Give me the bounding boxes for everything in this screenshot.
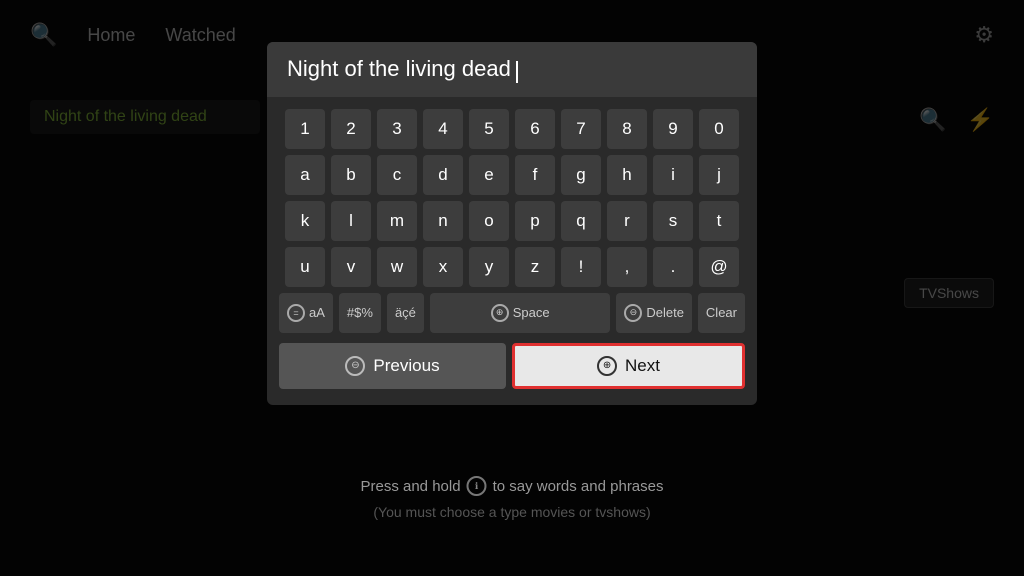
sub-hint-text: (You must choose a type movies or tvshow… (373, 504, 650, 520)
key-at[interactable]: @ (699, 247, 739, 287)
delete-icon: ⊖ (624, 304, 642, 322)
number-row: 1 2 3 4 5 6 7 8 9 0 (279, 109, 745, 149)
key-9[interactable]: 9 (653, 109, 693, 149)
next-label: Next (625, 356, 660, 376)
key-1[interactable]: 1 (285, 109, 325, 149)
case-toggle-key[interactable]: = aA (279, 293, 333, 333)
search-input-value: Night of the living dead (287, 56, 511, 81)
mic-icon: ℹ (467, 476, 487, 496)
case-label: aA (309, 305, 325, 320)
key-b[interactable]: b (331, 155, 371, 195)
key-j[interactable]: j (699, 155, 739, 195)
next-icon: ⊕ (597, 356, 617, 376)
accent-label: äçé (395, 305, 416, 320)
key-5[interactable]: 5 (469, 109, 509, 149)
key-i[interactable]: i (653, 155, 693, 195)
hash-key[interactable]: #$% (339, 293, 381, 333)
navigation-buttons: ⊖ Previous ⊕ Next (267, 343, 757, 389)
delete-label: Delete (646, 305, 684, 320)
hash-label: #$% (347, 305, 373, 320)
key-x[interactable]: x (423, 247, 463, 287)
voice-hint: Press and hold ℹ to say words and phrase… (360, 476, 663, 496)
row-k-t: k l m n o p q r s t (279, 201, 745, 241)
clear-label: Clear (706, 305, 737, 320)
key-d[interactable]: d (423, 155, 463, 195)
key-exclaim[interactable]: ! (561, 247, 601, 287)
key-k[interactable]: k (285, 201, 325, 241)
key-c[interactable]: c (377, 155, 417, 195)
search-input-area[interactable]: Night of the living dead (267, 42, 757, 97)
delete-key[interactable]: ⊖ Delete (616, 293, 692, 333)
row-a-j: a b c d e f g h i j (279, 155, 745, 195)
key-period[interactable]: . (653, 247, 693, 287)
key-2[interactable]: 2 (331, 109, 371, 149)
key-m[interactable]: m (377, 201, 417, 241)
key-y[interactable]: y (469, 247, 509, 287)
next-button[interactable]: ⊕ Next (512, 343, 745, 389)
space-key[interactable]: ⊕ Space (430, 293, 610, 333)
hint-prefix: Press and hold (360, 478, 460, 495)
key-e[interactable]: e (469, 155, 509, 195)
key-t[interactable]: t (699, 201, 739, 241)
key-v[interactable]: v (331, 247, 371, 287)
key-comma[interactable]: , (607, 247, 647, 287)
previous-button[interactable]: ⊖ Previous (279, 343, 506, 389)
key-4[interactable]: 4 (423, 109, 463, 149)
keyboard-modal: Night of the living dead 1 2 3 4 5 6 7 8… (267, 42, 757, 405)
key-0[interactable]: 0 (699, 109, 739, 149)
key-6[interactable]: 6 (515, 109, 555, 149)
key-7[interactable]: 7 (561, 109, 601, 149)
key-f[interactable]: f (515, 155, 555, 195)
sub-hint-label: (You must choose a type movies or tvshow… (373, 504, 650, 520)
key-u[interactable]: u (285, 247, 325, 287)
row-u-at: u v w x y z ! , . @ (279, 247, 745, 287)
case-icon: = (287, 304, 305, 322)
previous-icon: ⊖ (345, 356, 365, 376)
key-3[interactable]: 3 (377, 109, 417, 149)
key-q[interactable]: q (561, 201, 601, 241)
space-label: Space (513, 305, 550, 320)
space-icon: ⊕ (491, 304, 509, 322)
key-s[interactable]: s (653, 201, 693, 241)
clear-key[interactable]: Clear (698, 293, 745, 333)
key-w[interactable]: w (377, 247, 417, 287)
key-h[interactable]: h (607, 155, 647, 195)
key-8[interactable]: 8 (607, 109, 647, 149)
previous-label: Previous (373, 356, 439, 376)
key-r[interactable]: r (607, 201, 647, 241)
key-g[interactable]: g (561, 155, 601, 195)
key-a[interactable]: a (285, 155, 325, 195)
key-z[interactable]: z (515, 247, 555, 287)
key-n[interactable]: n (423, 201, 463, 241)
key-l[interactable]: l (331, 201, 371, 241)
key-p[interactable]: p (515, 201, 555, 241)
special-keys-row: = aA #$% äçé ⊕ Space ⊖ Delete Clear (267, 293, 757, 333)
accent-key[interactable]: äçé (387, 293, 424, 333)
key-o[interactable]: o (469, 201, 509, 241)
text-cursor (516, 61, 518, 83)
virtual-keyboard: 1 2 3 4 5 6 7 8 9 0 a b c d e f g h i j … (267, 109, 757, 287)
hint-suffix: to say words and phrases (493, 478, 664, 495)
